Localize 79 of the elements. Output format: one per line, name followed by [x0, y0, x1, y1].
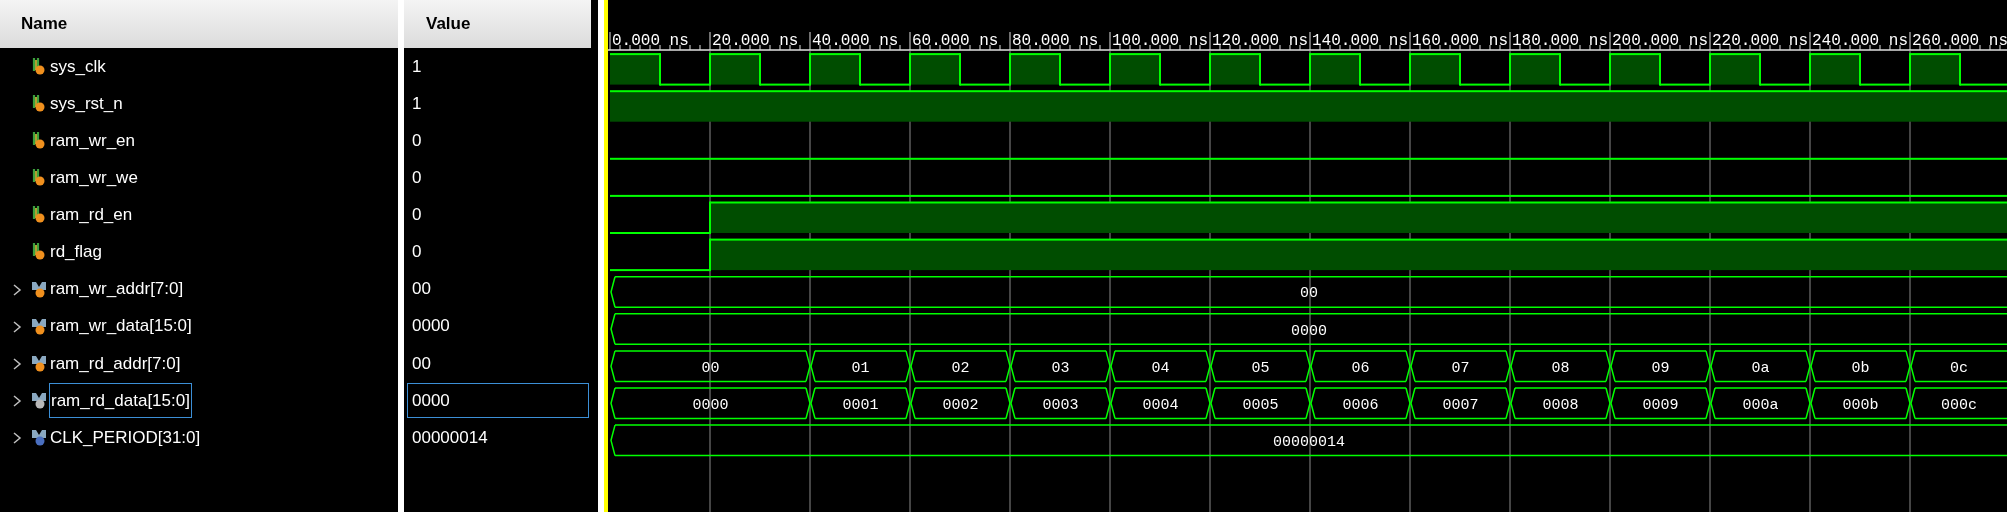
- bus-value: 0009: [1642, 396, 1679, 414]
- time-ruler[interactable]: [608, 31, 2007, 51]
- time-label: 80.000 ns: [1012, 32, 1099, 50]
- chevron-right-icon[interactable]: [12, 356, 22, 371]
- chevron-right-icon[interactable]: [12, 319, 22, 334]
- time-label: 100.000 ns: [1112, 32, 1208, 50]
- signal-value: 00000014: [412, 426, 488, 449]
- bus-value: 0005: [1242, 396, 1279, 414]
- signal-icon: [31, 204, 47, 225]
- bus-value: 04: [1151, 359, 1170, 377]
- signal-name[interactable]: ram_rd_en: [50, 198, 133, 232]
- bus-value: 00000014: [1273, 433, 1345, 451]
- signal-value: 00: [412, 278, 431, 301]
- bus-value: 03: [1051, 359, 1070, 377]
- signal-icon: [31, 56, 47, 76]
- signal-name[interactable]: ram_rd_addr[7:0]: [50, 346, 181, 380]
- time-label: 60.000 ns: [912, 32, 999, 50]
- signal-name[interactable]: CLK_PERIOD[31:0]: [50, 420, 201, 454]
- column-header[interactable]: Name: [0, 0, 398, 48]
- time-label: 140.000 ns: [1312, 32, 1408, 50]
- bus-value: 000a: [1742, 396, 1779, 414]
- bus-value: 0001: [842, 396, 879, 414]
- time-label: 220.000 ns: [1712, 32, 1808, 50]
- bus-value: 0a: [1751, 359, 1770, 377]
- signal-value: 1: [412, 55, 422, 78]
- signal-value: 0: [412, 204, 422, 227]
- signal-value: 0000: [412, 315, 450, 338]
- bus-value: 06: [1351, 359, 1370, 377]
- time-label: 40.000 ns: [812, 32, 899, 50]
- signal-name[interactable]: ram_wr_addr[7:0]: [50, 272, 184, 306]
- signal-name[interactable]: ram_rd_data[15:0]: [49, 382, 192, 418]
- time-label: 160.000 ns: [1412, 32, 1508, 50]
- time-label: 120.000 ns: [1212, 32, 1308, 50]
- signal-value: 1: [412, 92, 422, 115]
- bus-value: 00: [1300, 285, 1318, 303]
- signal-icon: [31, 167, 47, 188]
- bus-value: 01: [851, 359, 870, 377]
- time-label: 20.000 ns: [712, 32, 799, 50]
- time-label: 240.000 ns: [1812, 32, 1908, 50]
- bus-value: 0004: [1142, 396, 1179, 414]
- bus-value: 08: [1551, 359, 1570, 377]
- bus-value: 0000: [1291, 322, 1327, 340]
- bus-value: 0b: [1851, 359, 1870, 377]
- chevron-right-icon[interactable]: [12, 282, 22, 297]
- bus-value: 02: [951, 359, 970, 377]
- bus-value: 0002: [942, 396, 979, 414]
- signal-name[interactable]: ram_wr_en: [50, 124, 136, 158]
- time-label: 200.000 ns: [1612, 32, 1708, 50]
- chevron-right-icon[interactable]: [12, 430, 22, 445]
- signal-name[interactable]: ram_wr_data[15:0]: [50, 309, 192, 343]
- signal-value: 0: [412, 129, 422, 152]
- bus-value: 05: [1251, 359, 1270, 377]
- bus-value: 00: [701, 359, 720, 377]
- time-label: 180.000 ns: [1512, 32, 1608, 50]
- signal-name[interactable]: sys_rst_n: [50, 87, 123, 121]
- bus-value: 0c: [1950, 359, 1968, 377]
- signal-icon: [31, 241, 47, 262]
- chevron-right-icon[interactable]: [12, 393, 22, 408]
- bus-value: 000c: [1941, 396, 1977, 414]
- bus-value: 0003: [1042, 396, 1079, 414]
- signal-value: 0: [412, 167, 422, 190]
- time-label: 260.000 ns: [1912, 32, 2007, 50]
- signal-name[interactable]: ram_wr_we: [50, 161, 138, 195]
- signal-name[interactable]: rd_flag: [50, 235, 102, 269]
- signal-value: 00: [412, 352, 431, 375]
- time-label: 0.000 ns: [612, 32, 689, 50]
- signal-value: 0000: [407, 382, 589, 418]
- bus-value: 0007: [1442, 396, 1479, 414]
- bus-value: 000b: [1842, 396, 1879, 414]
- bus-value: 0006: [1342, 396, 1379, 414]
- column-header[interactable]: Value: [404, 0, 591, 48]
- bus-value: 07: [1451, 359, 1470, 377]
- signal-icon: [31, 130, 47, 151]
- bus-value: 0008: [1542, 396, 1579, 414]
- signal-name[interactable]: sys_clk: [50, 50, 106, 83]
- signal-icon: [31, 93, 47, 114]
- bus-value: 09: [1651, 359, 1670, 377]
- signal-value: 0: [412, 241, 422, 264]
- bus-value: 0000: [692, 396, 729, 414]
